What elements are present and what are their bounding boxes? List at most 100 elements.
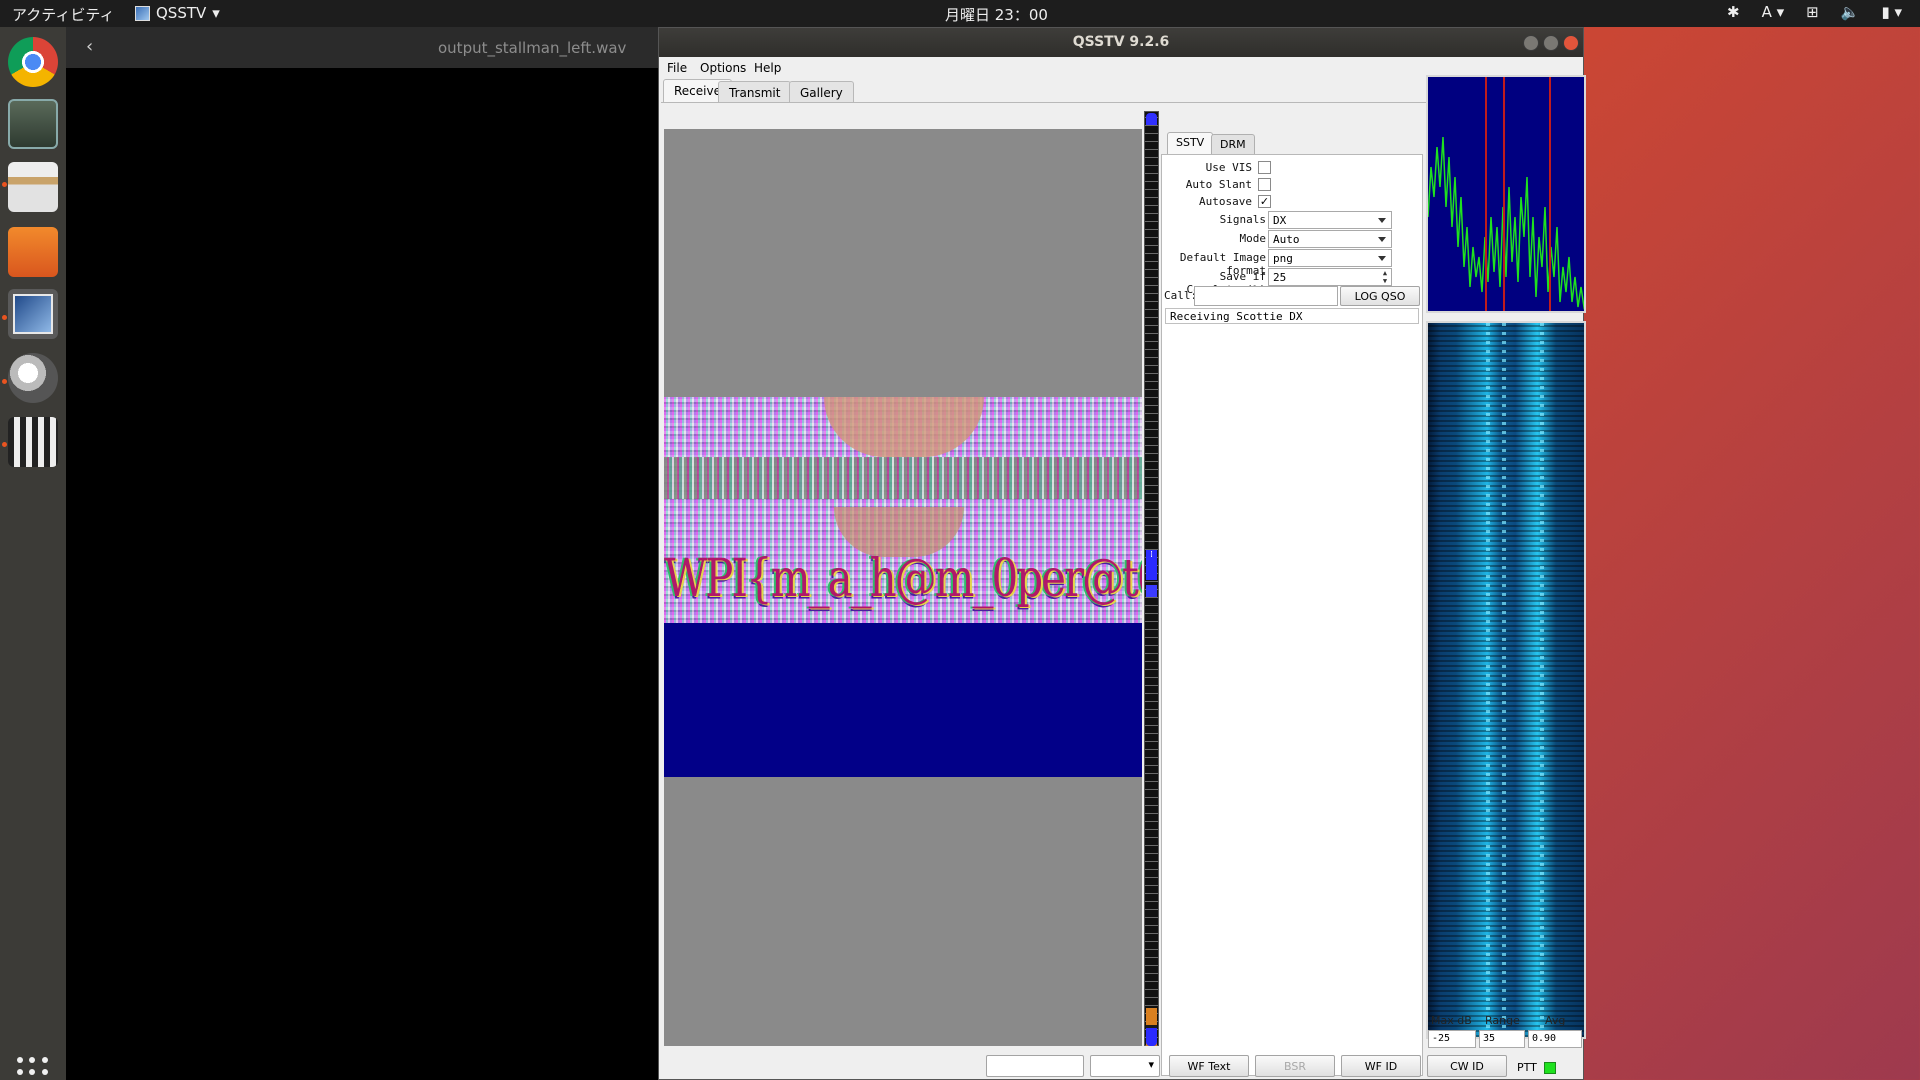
maximize-button[interactable] [1543, 35, 1559, 51]
volume-icon[interactable]: 🔈 [1841, 3, 1860, 21]
autosave-label: Autosave [1199, 195, 1252, 208]
chrome-icon[interactable] [8, 37, 58, 87]
use-vis-label: Use VIS [1205, 161, 1252, 174]
receive-status: Receiving Scottie DX [1165, 308, 1419, 324]
image-hand-shape [824, 397, 984, 457]
call-input[interactable] [1194, 286, 1338, 306]
running-indicator [2, 182, 7, 187]
waterfall-streak [1540, 323, 1544, 1037]
qsstv-window: QSSTV 9.2.6 File Options Help Receive Tr… [658, 27, 1586, 1080]
app-menu[interactable]: QSSTV ▾ [135, 4, 220, 22]
window-titlebar[interactable]: QSSTV 9.2.6 [659, 28, 1583, 57]
menu-options[interactable]: Options [700, 61, 746, 75]
spin-up-icon[interactable]: ▲ [1379, 269, 1391, 277]
tab-transmit[interactable]: Transmit [718, 81, 792, 103]
close-button[interactable] [1563, 35, 1579, 51]
video-icon[interactable] [8, 417, 58, 467]
input-method-indicator[interactable]: A ▾ [1762, 3, 1785, 21]
signal-level-meter[interactable]: ⁞ [1144, 111, 1159, 1046]
media-player-window: ‹ output_stallman_left.wav [66, 27, 658, 1080]
slack-icon[interactable]: ✱ [1727, 3, 1740, 21]
spectrum-trace [1428, 136, 1584, 310]
cw-id-button[interactable]: CW ID [1427, 1055, 1507, 1077]
image-noise-band [664, 457, 1142, 499]
terminal-icon[interactable] [8, 99, 58, 149]
chevron-down-icon: ▾ [1148, 1058, 1154, 1071]
waterfall-streak [1486, 323, 1490, 1037]
software-store-icon[interactable] [8, 227, 58, 277]
running-indicator [2, 442, 7, 447]
show-applications-icon[interactable] [17, 1057, 49, 1080]
frequency-marker [1503, 77, 1505, 311]
input-method-label: A [1761, 3, 1772, 21]
spectrum-display[interactable] [1426, 75, 1586, 313]
bottom-select[interactable]: ▾ [1090, 1055, 1160, 1077]
signals-select[interactable]: DX [1268, 211, 1392, 229]
image-format-select[interactable]: png [1268, 249, 1392, 267]
autosave-checkbox[interactable]: ✓ [1258, 195, 1271, 208]
auto-slant-checkbox[interactable] [1258, 178, 1271, 191]
frequency-marker [1485, 77, 1487, 311]
range-label: Range [1485, 1014, 1520, 1027]
activities-button[interactable]: アクティビティ [12, 4, 114, 25]
qsstv-icon[interactable] [8, 289, 58, 339]
avg-spinbox[interactable]: 0.90 [1528, 1030, 1582, 1048]
tab-sstv[interactable]: SSTV [1167, 132, 1214, 155]
qsstv-app-icon [135, 5, 150, 21]
top-bar: アクティビティ QSSTV ▾ 月曜日 23：00 ✱ A ▾ ⊞ 🔈 ▮ ▾ [0, 0, 1920, 27]
mode-select[interactable]: Auto [1268, 230, 1392, 248]
running-indicator [2, 379, 7, 384]
auto-slant-label: Auto Slant [1185, 178, 1252, 191]
wf-id-button[interactable]: WF ID [1341, 1055, 1421, 1077]
ptt-indicator [1544, 1062, 1556, 1074]
waterfall-display[interactable] [1426, 321, 1586, 1039]
network-icon[interactable]: ⊞ [1806, 3, 1819, 21]
bottom-bar: ▾ WF Text BSR WF ID CW ID PTT [659, 1049, 1583, 1079]
max-db-spinbox[interactable]: -25 [1428, 1030, 1476, 1048]
use-vis-checkbox[interactable] [1258, 161, 1271, 174]
wf-text-button[interactable]: WF Text [1169, 1055, 1249, 1077]
ptt-label: PTT [1517, 1061, 1537, 1074]
save-complete-spinbox[interactable]: 25 ▲ ▼ [1268, 268, 1392, 286]
signals-label: Signals [1219, 213, 1266, 226]
menu-help[interactable]: Help [754, 61, 781, 75]
minimize-button[interactable] [1523, 35, 1539, 51]
max-db-label: Max dB [1431, 1014, 1472, 1027]
received-image: WPI{m_a_h@m_0per@t0r_now_!_73} [664, 129, 1142, 1046]
mode-value: Auto [1273, 233, 1300, 246]
save-complete-value: 25 [1273, 271, 1287, 284]
player-header: ‹ output_stallman_left.wav [66, 27, 658, 68]
spin-down-icon[interactable]: ▼ [1379, 277, 1391, 285]
chevron-down-icon: ▾ [212, 4, 220, 22]
sstv-settings: SSTV DRM Use VIS Auto Slant Autosave ✓ S… [1161, 106, 1423, 1076]
signals-value: DX [1273, 214, 1287, 227]
status-field [986, 1055, 1084, 1077]
waterfall-streak [1502, 323, 1506, 1037]
bsr-button[interactable]: BSR [1255, 1055, 1335, 1077]
decoded-image-strip: WPI{m_a_h@m_0per@t0r_now_!_73} [664, 397, 1142, 623]
chevron-down-icon [1378, 237, 1386, 242]
mode-label: Mode [1239, 232, 1267, 245]
battery-icon[interactable]: ▮ ▾ [1881, 3, 1902, 21]
menu-file[interactable]: File [667, 61, 687, 75]
squelch-handle[interactable]: ⁞ [1146, 550, 1157, 580]
tab-drm[interactable]: DRM [1211, 134, 1255, 155]
avg-label: Avg [1545, 1014, 1566, 1027]
chevron-down-icon [1378, 218, 1386, 223]
dock [0, 27, 66, 1080]
files-icon[interactable] [8, 162, 58, 212]
tab-gallery[interactable]: Gallery [789, 81, 854, 103]
app-menu-label: QSSTV [156, 4, 207, 22]
chevron-down-icon [1378, 256, 1386, 261]
system-tray[interactable]: ✱ A ▾ ⊞ 🔈 ▮ ▾ [1727, 3, 1902, 21]
image-format-value: png [1273, 252, 1293, 265]
window-title: QSSTV 9.2.6 [1072, 34, 1170, 50]
call-label: Call: [1164, 289, 1198, 302]
back-arrow-icon[interactable]: ‹ [86, 36, 93, 57]
clock[interactable]: 月曜日 23：00 [945, 4, 1048, 25]
range-spinbox[interactable]: 35 [1479, 1030, 1525, 1048]
frequency-marker [1549, 77, 1551, 311]
audio-icon[interactable] [8, 353, 58, 403]
log-qso-button[interactable]: LOG QSO [1340, 286, 1420, 306]
sstv-settings-panel: Use VIS Auto Slant Autosave ✓ Signals DX… [1161, 154, 1423, 1076]
